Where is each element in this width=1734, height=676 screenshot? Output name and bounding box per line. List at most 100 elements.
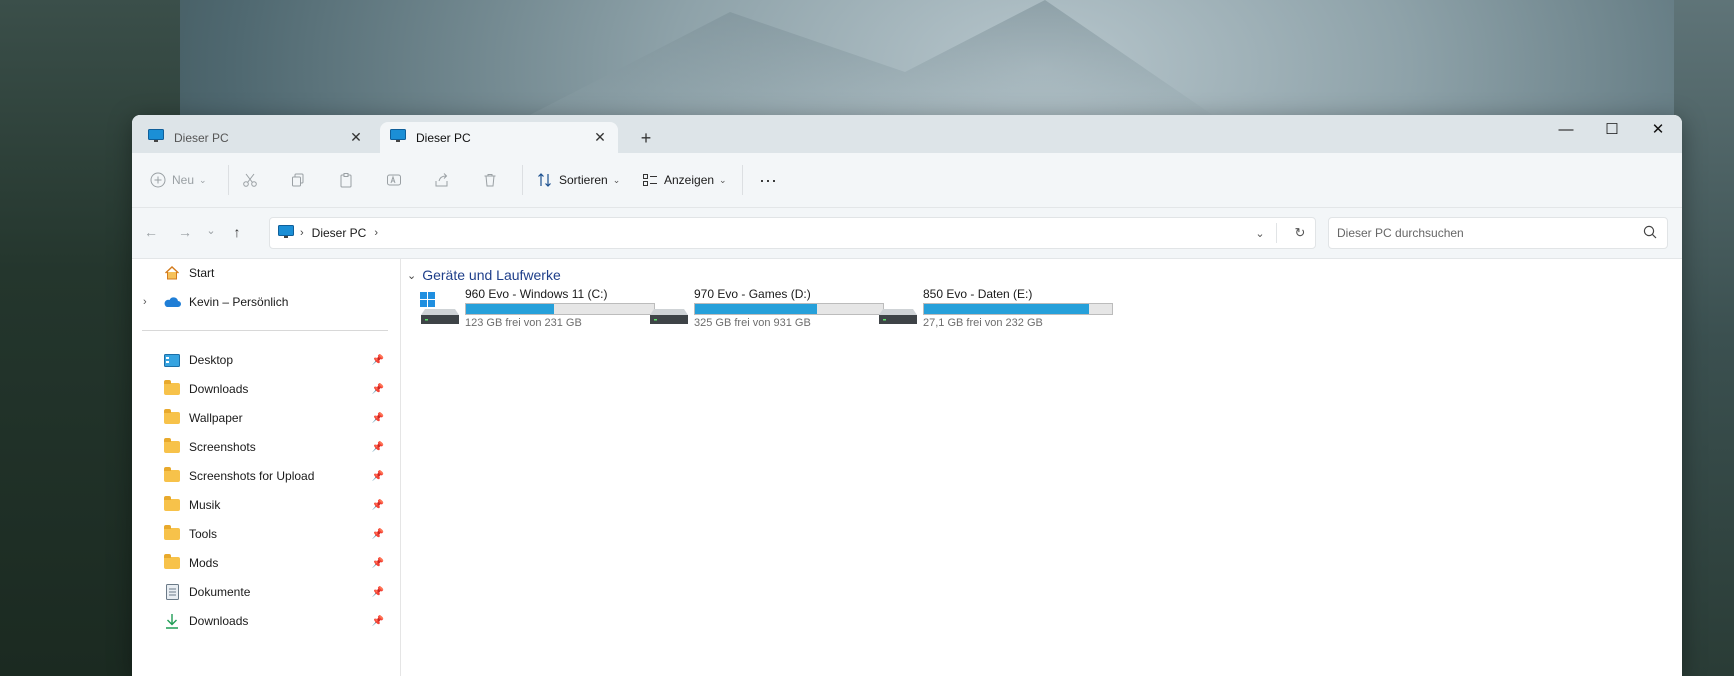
recent-locations-button[interactable]: ⌄ [200,224,222,244]
tab-dieser-pc-2[interactable]: Dieser PC ✕ [380,122,618,153]
up-button[interactable]: ↑ [226,224,248,244]
sidebar-item-downloads[interactable]: Downloads 📌 [132,375,400,403]
navigation-pane: Start › Kevin – Persönlich Desktop 📌 Dow… [132,259,401,676]
desktop-icon [163,352,181,368]
scissors-icon [242,172,258,188]
onedrive-cloud-icon [163,294,181,310]
new-tab-button[interactable]: + [634,126,658,150]
download-arrow-icon [163,613,181,629]
sidebar-item-screenshots-for-upload[interactable]: Screenshots for Upload 📌 [132,462,400,490]
monitor-icon [390,129,406,146]
file-explorer-window: Dieser PC ✕ Dieser PC ✕ + — ☐ ✕ Neu ⌄ So… [132,115,1682,676]
close-tab-icon[interactable]: ✕ [590,129,610,146]
rename-button[interactable] [382,167,406,193]
search-icon [1643,225,1657,242]
pin-icon: 📌 [371,383,385,395]
drive-d[interactable]: 970 Evo - Games (D:) 325 GB frei von 931… [648,287,888,333]
pin-icon: 📌 [371,441,385,453]
new-label: Neu [172,173,195,187]
hard-drive-icon [877,291,919,327]
close-tab-icon[interactable]: ✕ [346,129,366,146]
sidebar-item-onedrive[interactable]: › Kevin – Persönlich [132,288,400,316]
folder-icon [163,438,181,455]
drive-name: 960 Evo - Windows 11 (C:) [465,287,608,301]
home-icon [163,265,181,281]
drive-name: 850 Evo - Daten (E:) [923,287,1033,301]
pin-icon: 📌 [371,586,385,598]
sidebar-item-label: Downloads [189,382,249,396]
forward-button[interactable]: → [174,224,196,244]
drive-usage-bar [465,303,655,315]
group-title: Geräte und Laufwerke [422,267,561,283]
copy-icon [290,172,306,188]
pin-icon: 📌 [371,528,385,540]
chevron-down-icon: ⌄ [199,174,207,185]
folder-icon [163,554,181,571]
pin-icon: 📌 [371,557,385,569]
chevron-down-icon: ⌄ [206,225,216,237]
sidebar-item-label: Mods [189,556,219,570]
sidebar-item-downloads-2[interactable]: Downloads 📌 [132,607,400,635]
sidebar-item-musik[interactable]: Musik 📌 [132,491,400,519]
sidebar-item-desktop[interactable]: Desktop 📌 [132,346,400,374]
system-drive-icon [419,291,461,327]
address-history-dropdown-icon[interactable]: ⌄ [1250,227,1270,240]
sidebar-item-tools[interactable]: Tools 📌 [132,520,400,548]
wallpaper-right [1674,0,1734,676]
close-window-button[interactable]: ✕ [1635,115,1681,145]
share-button[interactable] [430,167,454,193]
drive-usage-bar [923,303,1113,315]
chevron-right-icon[interactable]: › [143,296,147,308]
breadcrumb-dieser-pc[interactable]: Dieser PC [312,226,367,240]
sidebar-item-label: Desktop [189,353,234,367]
drive-name: 970 Evo - Games (D:) [694,287,811,301]
paste-button[interactable] [334,167,358,193]
maximize-button[interactable]: ☐ [1589,115,1635,145]
tab-dieser-pc-1[interactable]: Dieser PC ✕ [138,122,374,153]
chevron-down-icon: ⌄ [719,174,727,185]
devices-group-header[interactable]: ⌄ Geräte und Laufwerke [407,267,561,283]
tab-label: Dieser PC [174,130,229,145]
sidebar-item-wallpaper[interactable]: Wallpaper 📌 [132,404,400,432]
breadcrumb-separator-icon: › [300,227,304,239]
sidebar-item-mods[interactable]: Mods 📌 [132,549,400,577]
cut-button[interactable] [238,167,262,193]
copy-button[interactable] [286,167,310,193]
share-icon [434,172,450,188]
command-bar: Neu ⌄ Sortieren ⌄ Anzeigen ⌄ ··· [132,153,1682,208]
address-bar[interactable]: › Dieser PC › ⌄ ↻ [269,217,1316,249]
breadcrumb-chevron-icon[interactable]: › [374,227,378,239]
drive-e[interactable]: 850 Evo - Daten (E:) 27,1 GB frei von 23… [877,287,1117,333]
folder-icon [163,525,181,542]
minimize-button[interactable]: — [1543,115,1589,145]
sort-button[interactable]: Sortieren ⌄ [537,167,620,193]
drive-c[interactable]: 960 Evo - Windows 11 (C:) 123 GB frei vo… [419,287,659,333]
hard-drive-icon [648,291,690,327]
refresh-icon[interactable]: ↻ [1291,225,1309,241]
sidebar-item-dokumente[interactable]: Dokumente 📌 [132,578,400,606]
search-box[interactable]: Dieser PC durchsuchen [1328,217,1668,249]
chevron-down-icon: ⌄ [407,269,417,282]
pin-icon: 📌 [371,412,385,424]
search-input[interactable]: Dieser PC durchsuchen [1337,226,1643,240]
drive-usage-fill [466,304,555,314]
title-bar: Dieser PC ✕ Dieser PC ✕ + — ☐ ✕ [132,115,1682,153]
delete-button[interactable] [478,167,502,193]
ellipsis-icon: ··· [759,169,777,190]
view-label: Anzeigen [664,173,715,187]
content-pane: ⌄ Geräte und Laufwerke 960 Evo - Windows… [401,259,1682,676]
sort-label: Sortieren [559,173,608,187]
arrow-up-icon: ↑ [233,224,241,240]
sidebar-item-screenshots[interactable]: Screenshots 📌 [132,433,400,461]
drive-free-space: 27,1 GB frei von 232 GB [923,317,1043,329]
view-button[interactable]: Anzeigen ⌄ [642,167,727,193]
wallpaper-mountains [520,0,1220,120]
toolbar-divider [228,165,229,195]
more-options-button[interactable]: ··· [754,167,782,193]
drive-usage-fill [924,304,1090,314]
back-button[interactable]: ← [140,224,162,244]
toolbar-divider [742,165,743,195]
pin-icon: 📌 [371,615,385,627]
new-button[interactable]: Neu ⌄ [150,167,207,193]
sidebar-item-start[interactable]: Start [132,259,400,287]
